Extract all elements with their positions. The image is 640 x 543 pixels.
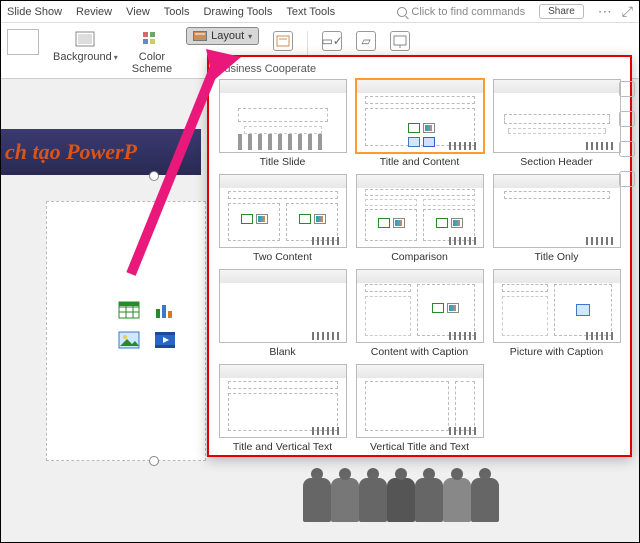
layout-button[interactable]: Layout ▾ [186,27,259,45]
layout-option-title-content[interactable]: Title and Content [354,79,485,168]
ribbon-icon-1[interactable] [273,31,293,51]
layout-label: Picture with Caption [510,346,603,358]
search-placeholder: Click to find commands [411,6,525,18]
layout-label: Section Header [520,156,592,168]
ribbon-icon-3[interactable]: ▱ [356,31,376,51]
menu-item[interactable]: Drawing Tools [203,6,272,18]
color-scheme-tool[interactable]: Color Scheme [132,29,172,75]
ribbon-icon-4[interactable] [390,31,410,51]
menu-item[interactable]: View [126,6,150,18]
layout-label: Blank [269,346,295,358]
layout-option-title-only[interactable]: Title Only [491,174,622,263]
side-icon-2[interactable] [619,111,635,127]
slide-thumbnail[interactable] [7,29,39,55]
layout-label: Title and Vertical Text [233,441,332,453]
menu-item[interactable]: Text Tools [286,6,335,18]
layout-option-vertical-title-text[interactable]: Vertical Title and Text [354,364,485,453]
menu-item[interactable]: Review [76,6,112,18]
menu-item[interactable]: Slide Show [7,6,62,18]
layout-label: Comparison [391,251,448,263]
background-label: Background [53,51,112,63]
layout-label: Title Slide [260,156,306,168]
background-tool[interactable]: Background [53,29,118,63]
share-button[interactable]: Share [539,4,584,19]
rotate-handle-icon[interactable] [149,171,159,181]
layout-label: Vertical Title and Text [370,441,469,453]
layout-label: Title Only [535,251,579,263]
command-search[interactable]: Click to find commands [397,6,525,18]
layout-label: Content with Caption [371,346,468,358]
layout-option-section-header[interactable]: Section Header [491,79,622,168]
layout-option-blank[interactable]: Blank [217,269,348,358]
layout-option-title-slide[interactable]: Title Slide [217,79,348,168]
feedback-icon[interactable]: ⋯ [598,3,612,20]
side-icon-4[interactable] [619,171,635,187]
layout-label: Two Content [253,251,312,263]
layout-option-title-vertical-text[interactable]: Title and Vertical Text [217,364,348,453]
table-icon[interactable] [116,299,142,321]
search-icon [397,7,407,17]
resize-handle-icon[interactable] [149,456,159,466]
people-image [211,472,591,522]
layout-option-content-caption[interactable]: Content with Caption [354,269,485,358]
layout-popup: Business Cooperate Title Slide Title and… [207,55,632,457]
picture-icon[interactable] [116,329,142,351]
layout-label: Title and Content [380,156,460,168]
ribbon-icon-2[interactable]: ▭✓ [322,31,342,51]
layout-option-picture-caption[interactable]: Picture with Caption [491,269,622,358]
slide-title-box[interactable]: ch tạo PowerP [1,129,201,175]
layout-option-two-content[interactable]: Two Content [217,174,348,263]
slide-title-text: ch tạo PowerP [5,139,137,165]
layout-icon [193,31,207,41]
side-icon-3[interactable] [619,141,635,157]
layout-label: Layout [211,30,244,42]
side-panel [618,81,636,187]
side-icon-1[interactable] [619,81,635,97]
placeholder-icons [116,299,180,351]
color-scheme-label: Color Scheme [132,51,172,75]
media-icon[interactable] [152,329,178,351]
chart-icon[interactable] [152,299,178,321]
menu-bar: Slide Show Review View Tools Drawing Too… [1,1,639,23]
menu-item[interactable]: Tools [164,6,190,18]
expand-icon[interactable]: ⤢ [622,3,633,20]
layout-theme-name: Business Cooperate [217,63,622,75]
layout-option-comparison[interactable]: Comparison [354,174,485,263]
